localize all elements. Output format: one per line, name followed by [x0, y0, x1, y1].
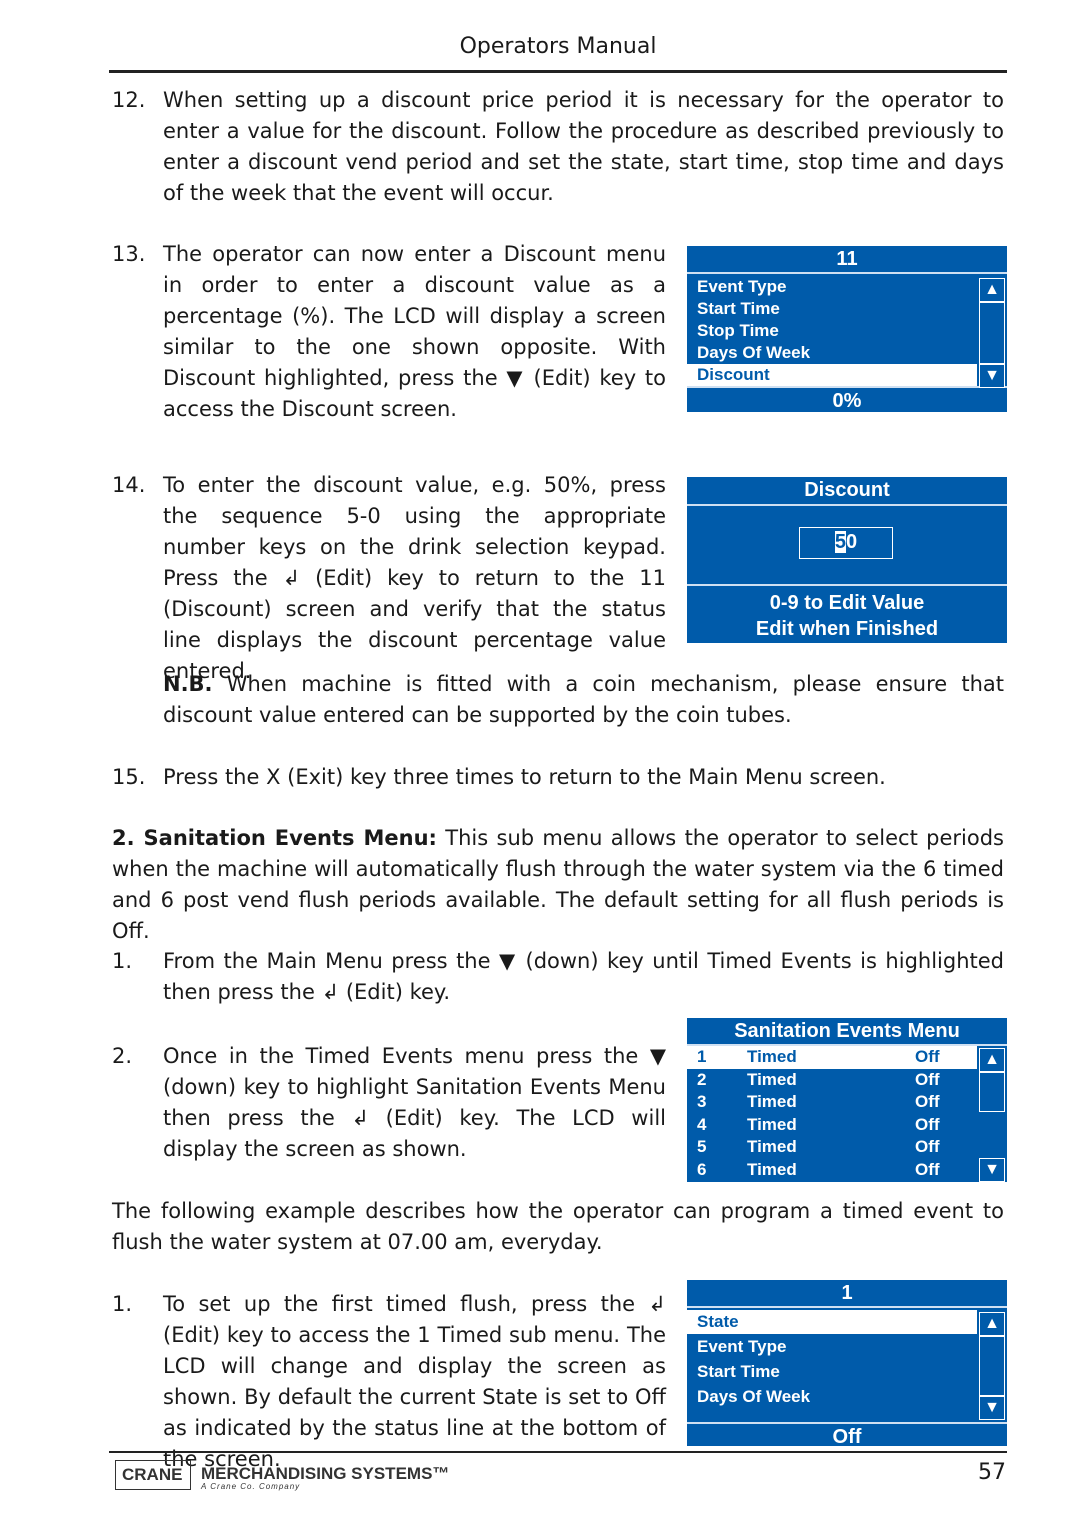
item-text: The operator can now enter a Discount me… — [163, 242, 666, 421]
sanitation-row[interactable]: 6 Timed Off — [687, 1159, 967, 1182]
row-state: Off — [915, 1114, 940, 1134]
sanitation-row[interactable]: 5 Timed Off — [687, 1136, 967, 1159]
nb-text: When machine is fitted with a coin mecha… — [163, 672, 1004, 727]
lcd-row-selected[interactable]: Discount — [687, 364, 977, 386]
lcd-row[interactable]: Stop Time — [687, 320, 967, 342]
example-paragraph: The following example describes how the … — [112, 1199, 1004, 1254]
lcd-title: Sanitation Events Menu — [687, 1018, 1007, 1046]
lcd-hint: 0-9 to Edit Value Edit when Finished — [687, 586, 1007, 642]
up-arrow-icon[interactable]: ▲ — [979, 1312, 1005, 1336]
step-number: 1. — [112, 949, 133, 973]
down-arrow-icon[interactable]: ▼ — [979, 364, 1005, 388]
sanitation-rows: 1 Timed Off 2 Timed Off 3 Timed Off 4 Timed Off 5 Tim… — [687, 1046, 1007, 1181]
lcd-title: Discount — [687, 477, 1007, 506]
down-arrow-icon[interactable]: ▼ — [979, 1396, 1005, 1420]
row-n: 3 — [697, 1092, 707, 1111]
scrollbar[interactable]: ▲ ▼ — [979, 276, 1005, 388]
up-arrow-icon[interactable]: ▲ — [979, 1048, 1005, 1072]
page-number: 57 — [978, 1460, 1006, 1485]
lcd-row[interactable]: Start Time — [687, 298, 967, 320]
row-name: Timed — [747, 1159, 797, 1179]
item-text: Press the X (Exit) key three times to re… — [163, 765, 886, 789]
row-state: Off — [915, 1137, 940, 1156]
lcd-row[interactable]: Days Of Week — [687, 1384, 967, 1409]
value-digits: 0 — [846, 531, 858, 553]
lcd-row[interactable]: Days Of Week — [687, 342, 967, 364]
lcd-status: 0% — [832, 390, 862, 412]
sanitation-row[interactable]: 3 Timed Off — [687, 1091, 967, 1114]
lcd-menu-list: State Event Type Start Time Days Of Week… — [687, 1310, 1007, 1424]
row-state: Off — [915, 1069, 940, 1089]
nb-label: N.B. — [163, 672, 213, 696]
item-text: When setting up a discount price period … — [163, 88, 1004, 205]
up-arrow-icon[interactable]: ▲ — [979, 278, 1005, 302]
lcd-title: 11 — [687, 246, 1007, 274]
lcd-sanitation-menu: Sanitation Events Menu 1 Timed Off 2 Timed Of… — [687, 1018, 1007, 1182]
lcd-row[interactable]: Event Type — [687, 276, 967, 298]
section-paragraph: 2. Sanitation Events Menu: This sub menu… — [112, 823, 1004, 947]
scrollbar[interactable]: ▲ ▼ — [979, 1310, 1005, 1422]
item-text: To enter the discount value, e.g. 50%, p… — [163, 473, 666, 683]
page-header: Operators Manual — [459, 34, 657, 59]
hint-line-2: Edit when Finished — [755, 618, 939, 640]
lcd-menu-list: 1 Timed Off 2 Timed Off 3 Timed Off 4 Timed Off 5 Tim… — [687, 1046, 1007, 1182]
sanitation-row[interactable]: 4 Timed Off — [687, 1114, 967, 1137]
down-arrow-icon[interactable]: ▼ — [979, 1158, 1005, 1182]
sanitation-row[interactable]: 2 Timed Off — [687, 1069, 967, 1092]
section-heading: 2. Sanitation Events Menu: — [112, 826, 437, 850]
row-n: 1 — [697, 1047, 707, 1066]
lcd-row[interactable]: Start Time — [687, 1359, 967, 1384]
item-number: 14. — [112, 473, 146, 497]
item-number: 13. — [112, 242, 146, 266]
step-number: 2. — [112, 1044, 133, 1068]
discount-value-field[interactable]: 50 — [799, 527, 893, 559]
item-number: 12. — [112, 88, 146, 112]
row-state: Off — [915, 1092, 940, 1111]
lcd-row[interactable]: Event Type — [687, 1334, 967, 1359]
step-number: 1. — [112, 1292, 133, 1316]
item-number: 15. — [112, 765, 146, 789]
row-state: Off — [915, 1159, 940, 1179]
row-name: Timed — [747, 1114, 797, 1134]
lcd-discount-edit: Discount 50 0-9 to Edit Value Edit when … — [687, 477, 1007, 643]
company-name: MERCHANDISING SYSTEMS™ — [201, 1464, 450, 1483]
sanitation-row[interactable]: 1 Timed Off — [687, 1046, 977, 1069]
crane-logo: CRANE — [115, 1460, 191, 1490]
row-n: 2 — [697, 1069, 707, 1089]
lcd-title: 1 — [687, 1280, 1007, 1308]
footer-rule — [109, 1451, 1007, 1453]
lcd-row-selected[interactable]: State — [687, 1310, 977, 1334]
header-rule — [109, 70, 1007, 73]
scroll-track — [979, 1072, 1005, 1112]
lcd-menu-list: Event Type Start Time Stop Time Days Of … — [687, 276, 1007, 388]
row-n: 4 — [697, 1114, 707, 1134]
row-n: 6 — [697, 1159, 707, 1179]
step-text: To set up the first timed flush, press t… — [163, 1292, 666, 1471]
company-tagline: A Crane Co. Company — [201, 1482, 301, 1491]
hint-line-1: 0-9 to Edit Value — [769, 592, 925, 614]
row-name: Timed — [747, 1092, 797, 1111]
step-text: Once in the Timed Events menu press the … — [163, 1044, 666, 1161]
lcd-timed-submenu: 1 State Event Type Start Time Days Of We… — [687, 1280, 1007, 1448]
scroll-track — [979, 1336, 1005, 1396]
manual-page: Operators Manual 12. When setting up a d… — [0, 0, 1080, 1526]
cursor-digit: 5 — [834, 531, 846, 553]
row-n: 5 — [697, 1137, 707, 1156]
row-name: Timed — [747, 1047, 797, 1066]
scroll-track — [979, 302, 1005, 364]
nb-note: N.B. When machine is fitted with a coin … — [163, 669, 1004, 731]
row-name: Timed — [747, 1069, 797, 1089]
lcd-discount-menu: 11 Event Type Start Time Stop Time Days … — [687, 246, 1007, 412]
row-name: Timed — [747, 1137, 797, 1156]
lcd-value-area: 50 — [687, 506, 1007, 586]
step-text: From the Main Menu press the ▼ (down) ke… — [163, 949, 1004, 1004]
lcd-status: Off — [832, 1426, 862, 1448]
row-state: Off — [915, 1047, 940, 1066]
scrollbar[interactable]: ▲ ▼ — [979, 1046, 1005, 1182]
